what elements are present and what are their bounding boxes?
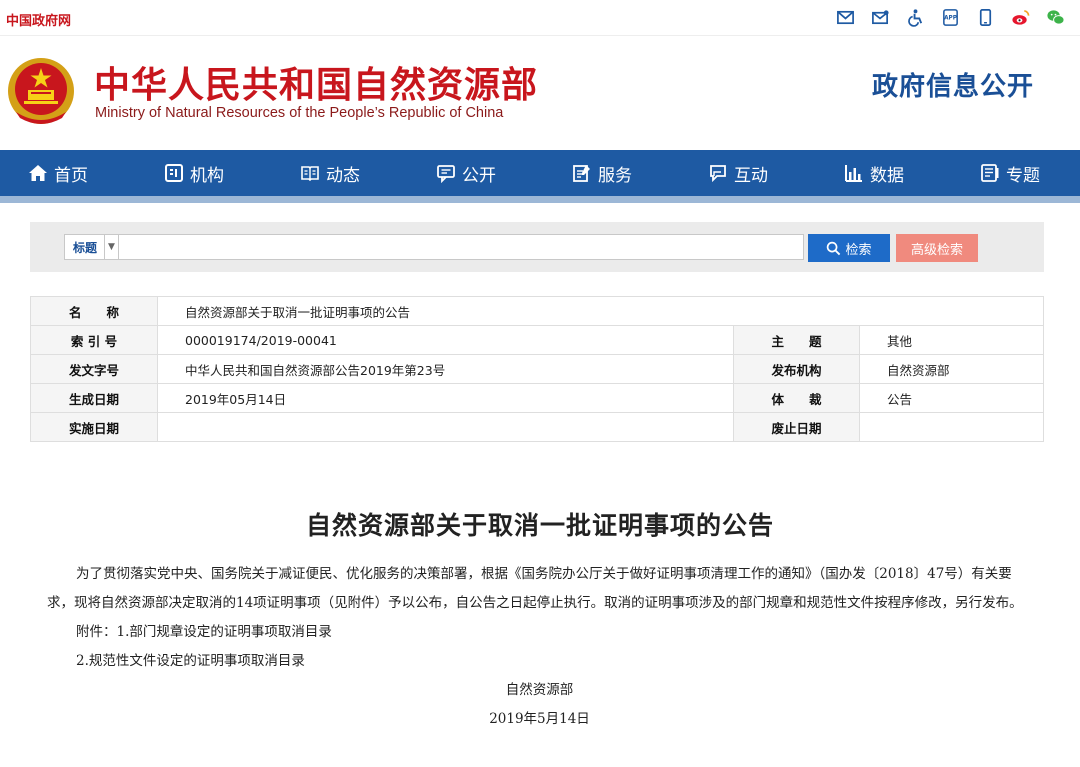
meta-label-effective: 实施日期: [30, 412, 158, 442]
meta-label-subject: 主 题: [733, 325, 860, 355]
meta-value-subject: 其他: [859, 325, 1044, 355]
article-paragraph: 为了贯彻落实党中央、国务院关于减证便民、优化服务的决策部署，根据《国务院办公厅关…: [47, 566, 1023, 611]
article-date: 2019年5月14日: [489, 711, 590, 727]
attachment-line-2[interactable]: 2.规范性文件设定的证明事项取消目录: [47, 647, 1032, 676]
nav-item-interact[interactable]: 互动: [708, 161, 768, 186]
org-icon: [165, 164, 183, 182]
table-row: 名 称 自然资源部关于取消一批证明事项的公告: [30, 296, 1044, 326]
table-row: 发文字号 中华人民共和国自然资源部公告2019年第23号 发布机构 自然资源部: [30, 354, 1044, 384]
table-row: 实施日期 废止日期: [30, 412, 1044, 442]
nav-underline: [0, 196, 1080, 203]
meta-label-publisher: 发布机构: [733, 354, 860, 384]
nav-item-news[interactable]: 动态: [300, 161, 360, 186]
chart-icon: [845, 165, 862, 182]
advanced-search-button[interactable]: 高级检索: [896, 234, 978, 262]
nav-item-topic[interactable]: 专题: [980, 161, 1040, 186]
app-icon[interactable]: APP: [940, 7, 961, 28]
chevron-down-icon: ▼: [104, 235, 118, 259]
meta-label-name: 名 称: [30, 296, 158, 326]
search-button[interactable]: 检索: [808, 234, 890, 262]
nav-label: 公开: [462, 165, 496, 186]
mail-icon[interactable]: [835, 7, 856, 28]
document-meta-table: 名 称 自然资源部关于取消一批证明事项的公告 索 引 号 000019174/2…: [30, 296, 1044, 442]
nav-label: 互动: [734, 165, 768, 186]
section-title: 政府信息公开: [871, 72, 1034, 102]
search-field-select[interactable]: 标题 ▼: [64, 234, 119, 260]
weibo-icon[interactable]: [1010, 7, 1031, 28]
wechat-icon[interactable]: [1045, 7, 1066, 28]
top-bar: 中国政府网 APP: [0, 0, 1080, 36]
topic-icon: [981, 164, 999, 182]
meta-label-index: 索 引 号: [30, 325, 158, 355]
search-panel: 标题 ▼ 检索 高级检索: [30, 222, 1044, 272]
nav-label: 数据: [870, 165, 904, 186]
mailbox-icon[interactable]: [870, 7, 891, 28]
meta-value-genre: 公告: [859, 383, 1044, 413]
search-icon: [827, 241, 841, 255]
nav-label: 服务: [598, 165, 632, 186]
meta-label-expired: 废止日期: [733, 412, 860, 442]
meta-label-genre: 体 裁: [733, 383, 860, 413]
nav-item-public[interactable]: 公开: [436, 161, 496, 186]
nav-item-home[interactable]: 首页: [28, 161, 88, 186]
meta-value-effective: [157, 412, 734, 442]
site-header: 中华人民共和国自然资源部 Ministry of Natural Resourc…: [0, 36, 1080, 150]
main-nav: 首页 机构 动态 公开 服务 互动 数据 专题: [0, 150, 1080, 196]
meta-label-doc-no: 发文字号: [30, 354, 158, 384]
svg-text:APP: APP: [944, 15, 957, 21]
table-row: 索 引 号 000019174/2019-00041 主 题 其他: [30, 325, 1044, 355]
chat-icon: [437, 165, 455, 183]
meta-value-doc-no: 中华人民共和国自然资源部公告2019年第23号: [157, 354, 734, 384]
nav-item-service[interactable]: 服务: [572, 161, 632, 186]
home-icon: [29, 165, 47, 181]
nav-label: 首页: [54, 165, 88, 186]
accessibility-icon[interactable]: [905, 7, 926, 28]
top-icon-group: APP: [835, 7, 1066, 28]
national-emblem-logo: [6, 54, 76, 128]
meta-value-name: 自然资源部关于取消一批证明事项的公告: [157, 296, 1044, 326]
ministry-name-cn: 中华人民共和国自然资源部: [94, 64, 539, 106]
meta-value-index: 000019174/2019-00041: [157, 325, 734, 355]
interact-icon: [710, 165, 726, 183]
meta-value-expired: [859, 412, 1044, 442]
attachment-line-1[interactable]: 附件：1.部门规章设定的证明事项取消目录: [47, 618, 1032, 647]
article-signer: 自然资源部: [505, 682, 574, 698]
gov-portal-link[interactable]: 中国政府网: [6, 10, 71, 29]
ministry-name-en: Ministry of Natural Resources of the Peo…: [95, 105, 504, 121]
book-icon: [301, 166, 319, 182]
nav-label: 机构: [190, 165, 224, 186]
meta-value-created: 2019年05月14日: [157, 383, 734, 413]
search-button-label: 检索: [845, 242, 872, 258]
mobile-icon[interactable]: [975, 7, 996, 28]
meta-value-publisher: 自然资源部: [859, 354, 1044, 384]
article-title: 自然资源部关于取消一批证明事项的公告: [305, 511, 774, 540]
nav-item-data[interactable]: 数据: [844, 161, 904, 186]
nav-item-org[interactable]: 机构: [164, 161, 224, 186]
article-body: 为了贯彻落实党中央、国务院关于减证便民、优化服务的决策部署，根据《国务院办公厅关…: [47, 560, 1032, 734]
nav-label: 动态: [326, 165, 360, 186]
search-input[interactable]: [119, 234, 804, 260]
table-row: 生成日期 2019年05月14日 体 裁 公告: [30, 383, 1044, 413]
nav-label: 专题: [1006, 165, 1040, 186]
meta-label-created: 生成日期: [30, 383, 158, 413]
service-icon: [573, 165, 590, 182]
search-field-value: 标题: [73, 240, 98, 255]
